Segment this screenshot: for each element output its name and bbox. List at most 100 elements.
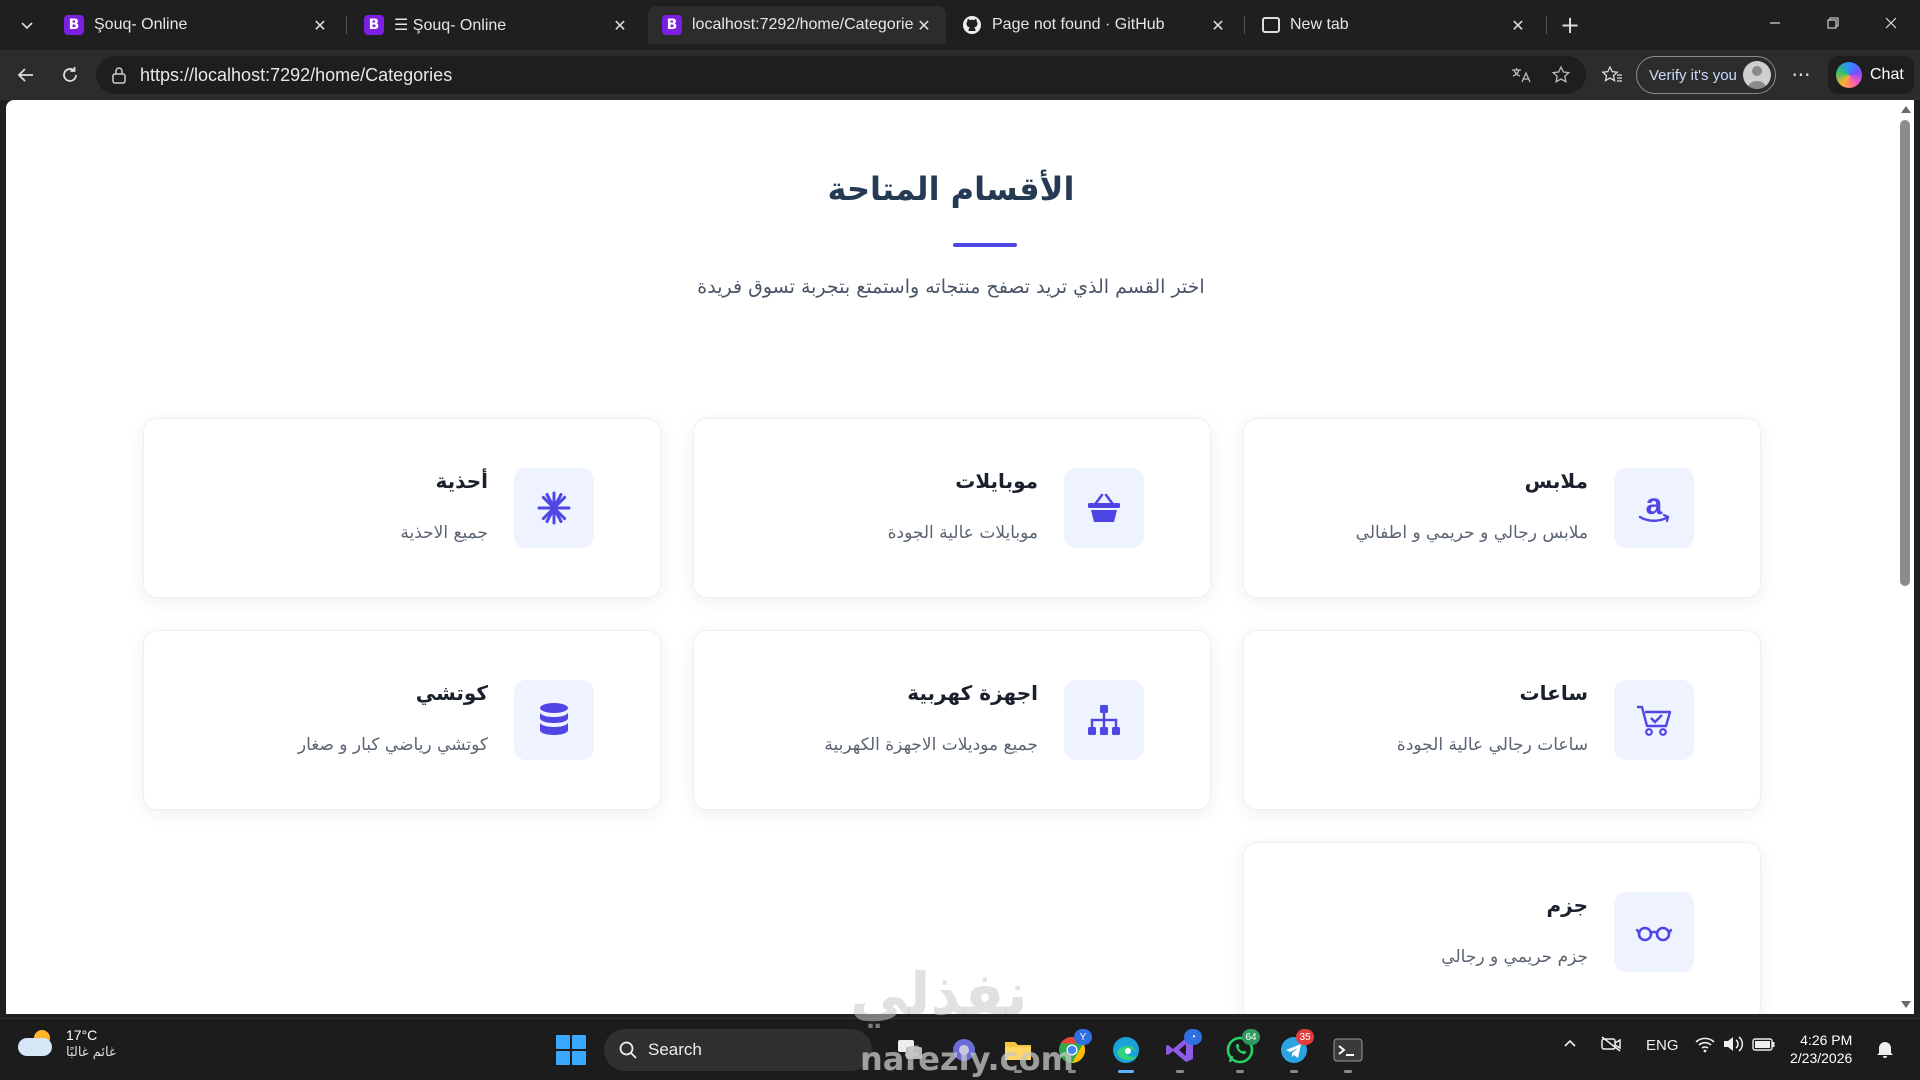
scroll-down-arrow-icon[interactable] xyxy=(1901,1001,1911,1008)
start-button[interactable] xyxy=(556,1035,586,1065)
amazon-icon: a xyxy=(1614,468,1694,548)
tab-actions-menu[interactable] xyxy=(8,8,46,42)
close-icon xyxy=(1885,17,1897,29)
tab-separator xyxy=(1546,16,1547,34)
scroll-up-arrow-icon[interactable] xyxy=(1901,106,1911,113)
favorites-icon xyxy=(1601,65,1622,82)
category-card-boots[interactable]: جزم جزم حريمي و رجالي xyxy=(1243,842,1761,1014)
close-icon[interactable]: ✕ xyxy=(914,16,934,35)
category-name: أحذية xyxy=(435,469,488,493)
close-icon[interactable]: ✕ xyxy=(1508,16,1528,35)
category-card-shoes[interactable]: أحذية جميع الاحذية xyxy=(143,418,661,598)
taskbar-clock[interactable]: 4:26 PM 2/23/2026 xyxy=(1790,1031,1852,1067)
taskbar-app-edge[interactable] xyxy=(1104,1029,1148,1073)
verify-profile-button[interactable]: Verify it's you xyxy=(1636,56,1776,94)
settings-more-button[interactable]: ··· xyxy=(1784,58,1818,92)
taskbar: 17°C غائم غالبًا Search Y ◔ 64 35 ENG 4:… xyxy=(0,1018,1920,1080)
camera-off-icon[interactable] xyxy=(1600,1035,1622,1057)
category-card-watches[interactable]: ساعات ساعات رجالي عالية الجودة xyxy=(1243,630,1761,810)
chrome-profile-badge: Y xyxy=(1074,1029,1092,1045)
category-description: جزم حريمي و رجالي xyxy=(1441,947,1588,967)
edge-icon xyxy=(1113,1037,1139,1063)
wifi-icon[interactable] xyxy=(1694,1035,1716,1057)
title-underline xyxy=(953,243,1017,247)
input-language[interactable]: ENG xyxy=(1646,1037,1679,1054)
avatar xyxy=(1743,61,1771,89)
copilot-chat-button[interactable]: Chat xyxy=(1828,56,1914,94)
restore-button[interactable] xyxy=(1810,8,1856,38)
favorite-star-icon[interactable] xyxy=(1544,56,1578,94)
tab-separator xyxy=(1244,16,1245,34)
tab-souq-online-2[interactable]: B ☰ Şouq- Online ✕ xyxy=(350,6,642,44)
page-subtitle: اختر القسم الذي تريد تصفح منتجاته واستمت… xyxy=(697,276,1205,298)
taskbar-app-telegram[interactable]: 35 xyxy=(1272,1029,1316,1073)
category-card-clothes[interactable]: a ملابس ملابس رجالي و حريمي و اطفالي xyxy=(1243,418,1761,598)
category-description: كوتشي رياضي كبار و صغار xyxy=(297,735,488,755)
refresh-button[interactable] xyxy=(52,58,88,92)
taskbar-app-chrome[interactable]: Y xyxy=(1050,1029,1094,1073)
cart-check-icon xyxy=(1614,680,1694,760)
scrollbar-thumb[interactable] xyxy=(1900,120,1910,586)
volume-icon[interactable] xyxy=(1722,1035,1744,1057)
lock-icon[interactable] xyxy=(110,66,128,84)
asterisk-icon xyxy=(514,468,594,548)
category-name: ساعات xyxy=(1519,681,1588,705)
category-name: ملابس xyxy=(1524,469,1588,493)
task-view-button[interactable] xyxy=(888,1029,932,1071)
category-card-mobiles[interactable]: موبايلات موبايلات عالية الجودة xyxy=(693,418,1211,598)
battery-icon[interactable] xyxy=(1752,1035,1776,1057)
category-description: ساعات رجالي عالية الجودة xyxy=(1396,735,1588,755)
page-scrollbar[interactable] xyxy=(1896,100,1914,1014)
tab-title: localhost:7292/home/Categories xyxy=(692,16,914,33)
category-card-sneakers[interactable]: كوتشي كوتشي رياضي كبار و صغار xyxy=(143,630,661,810)
category-description: موبايلات عالية الجودة xyxy=(887,523,1038,543)
tab-categories-active[interactable]: B localhost:7292/home/Categories ✕ xyxy=(648,6,946,44)
category-name: جزم xyxy=(1546,893,1588,917)
taskbar-search[interactable]: Search xyxy=(604,1029,872,1071)
close-icon[interactable]: ✕ xyxy=(1208,16,1228,35)
close-icon[interactable]: ✕ xyxy=(310,16,330,35)
translate-icon[interactable] xyxy=(1504,56,1538,94)
show-hidden-icons-button[interactable] xyxy=(1562,1035,1578,1055)
taskbar-app-copilot[interactable] xyxy=(942,1029,986,1071)
taskbar-app-terminal[interactable] xyxy=(1326,1029,1370,1073)
github-icon xyxy=(962,15,982,35)
taskbar-app-file-explorer[interactable] xyxy=(996,1029,1040,1073)
task-view-icon xyxy=(898,1040,922,1059)
taskbar-app-whatsapp[interactable]: 64 xyxy=(1218,1029,1262,1073)
category-card-electric-devices[interactable]: اجهزة كهربية جميع موديلات الاجهزة الكهرب… xyxy=(693,630,1211,810)
close-icon[interactable]: ✕ xyxy=(610,16,630,35)
page-viewport: الأقسام المتاحة اختر القسم الذي تريد تصف… xyxy=(6,100,1896,1014)
notification-bell-icon[interactable] xyxy=(1876,1039,1894,1059)
url-text[interactable]: https://localhost:7292/home/Categories xyxy=(140,65,452,86)
category-name: موبايلات xyxy=(955,469,1038,493)
tab-souq-online-1[interactable]: B Şouq- Online ✕ xyxy=(50,6,342,44)
back-button[interactable] xyxy=(8,58,44,92)
vs-notification-badge: ◔ xyxy=(1184,1029,1202,1045)
clock-date: 2/23/2026 xyxy=(1790,1050,1853,1066)
taskbar-app-visual-studio[interactable]: ◔ xyxy=(1158,1029,1202,1073)
tab-new-tab[interactable]: New tab ✕ xyxy=(1248,6,1540,44)
bootstrap-icon: B xyxy=(662,15,682,35)
verify-label: Verify it's you xyxy=(1649,66,1737,84)
bootstrap-icon: B xyxy=(364,15,384,35)
category-description: جميع موديلات الاجهزة الكهربية xyxy=(824,735,1038,755)
folder-icon xyxy=(1005,1042,1031,1060)
tab-separator xyxy=(346,16,347,34)
close-window-button[interactable] xyxy=(1868,8,1914,38)
database-icon xyxy=(514,680,594,760)
weather-widget[interactable]: 17°C غائم غالبًا xyxy=(18,1027,116,1060)
category-description: جميع الاحذية xyxy=(400,523,488,543)
navigation-bar: https://localhost:7292/home/Categories V… xyxy=(0,50,1920,100)
weather-condition: غائم غالبًا xyxy=(66,1045,116,1060)
tab-title: Şouq- Online xyxy=(94,16,188,33)
minimize-button[interactable] xyxy=(1752,8,1798,38)
tab-title: New tab xyxy=(1290,16,1349,33)
basket-icon xyxy=(1064,468,1144,548)
favorites-button[interactable] xyxy=(1594,58,1630,92)
chat-label: Chat xyxy=(1870,66,1904,83)
address-bar[interactable]: https://localhost:7292/home/Categories xyxy=(96,56,1586,94)
chevron-down-icon xyxy=(21,22,33,30)
tab-github[interactable]: Page not found · GitHub ✕ xyxy=(948,6,1240,44)
new-tab-button[interactable]: + xyxy=(1554,10,1586,40)
